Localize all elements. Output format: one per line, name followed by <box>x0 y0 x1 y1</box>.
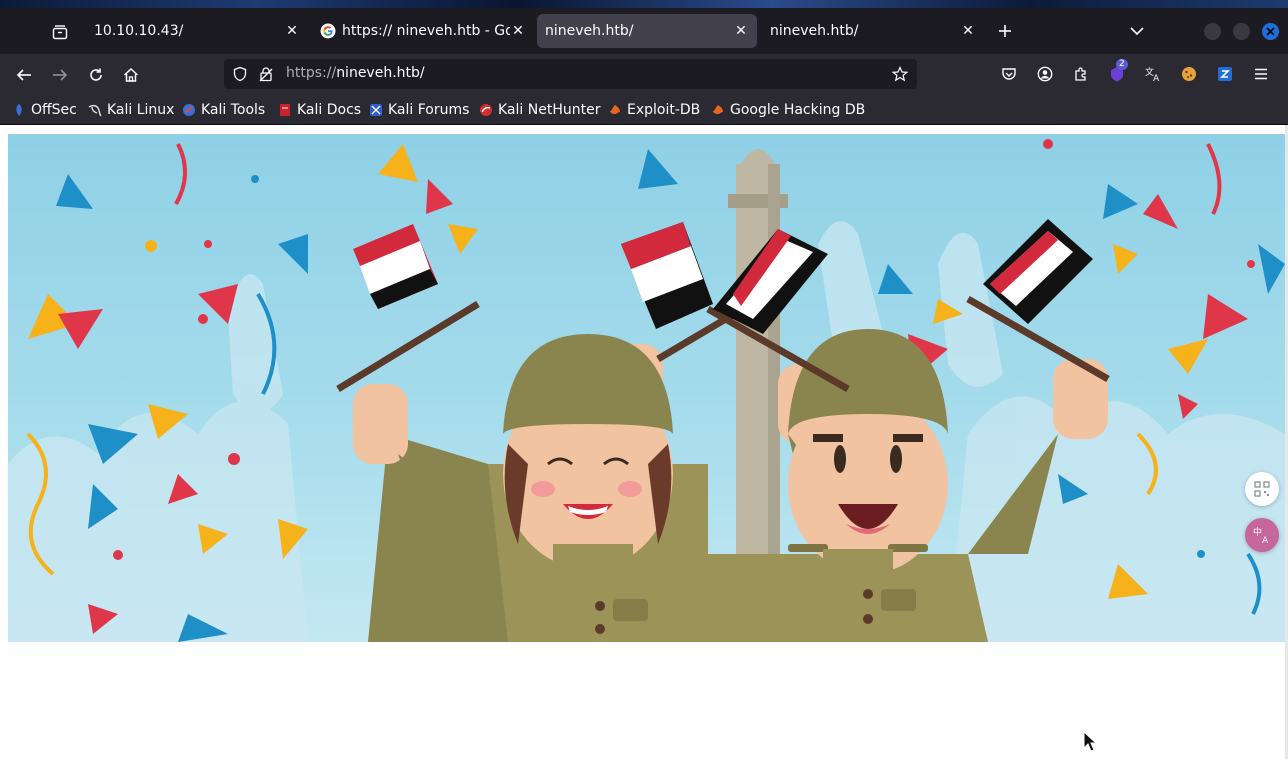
tab-close-icon[interactable]: ✕ <box>284 23 300 39</box>
menu-icon <box>1255 68 1267 80</box>
tab-title: nineveh.htb/ <box>770 23 859 39</box>
tabs-tray-icon <box>52 25 68 40</box>
bookmark-star-icon[interactable] <box>892 66 908 82</box>
tab-bar: 10.10.10.43/ ✕ https:// nineveh.htb - Go… <box>0 8 1288 54</box>
translate-icon: 文 A <box>1145 66 1160 83</box>
app-menu-button[interactable] <box>1250 63 1272 85</box>
tab-title: 10.10.10.43/ <box>94 23 184 39</box>
firefox-view-button[interactable] <box>44 18 76 46</box>
new-tab-button[interactable] <box>994 20 1016 42</box>
navigation-toolbar: https://nineveh.htb/ 2 文 A <box>0 54 1288 96</box>
url-host: nineveh.htb/ <box>336 65 425 81</box>
tab-close-icon[interactable]: ✕ <box>510 23 526 39</box>
qr-code-icon <box>1254 481 1270 497</box>
shield-icon[interactable] <box>232 66 248 82</box>
bookmark-kali-tools[interactable]: Kali Tools <box>182 100 265 120</box>
home-icon <box>123 67 139 82</box>
url-text[interactable]: https://nineveh.htb/ <box>286 65 425 81</box>
tab-title: nineveh.htb/ <box>545 23 634 39</box>
kali-forums-icon <box>370 104 382 116</box>
maximize-button[interactable] <box>1233 23 1250 40</box>
bookmark-label: Exploit-DB <box>627 102 701 118</box>
bookmark-kali-linux[interactable]: Kali Linux <box>88 100 174 120</box>
kali-dragon-icon <box>88 104 102 117</box>
page-content: 中 A <box>0 125 1288 759</box>
bookmark-label: Kali Forums <box>388 102 470 118</box>
celebration-illustration <box>8 139 1285 642</box>
bookmark-label: OffSec <box>31 102 77 118</box>
bookmark-label: Kali Linux <box>107 102 175 118</box>
home-button[interactable] <box>118 62 144 88</box>
reload-icon <box>90 68 102 81</box>
iraqi-flag-left <box>336 224 480 392</box>
google-g-icon <box>320 23 336 39</box>
bookmark-label: Google Hacking DB <box>730 102 866 118</box>
close-icon <box>1266 27 1275 36</box>
desktop-wallpaper-strip <box>0 0 1288 8</box>
close-window-button[interactable] <box>1262 23 1279 40</box>
plus-icon <box>999 25 1011 37</box>
tab-close-icon[interactable]: ✕ <box>960 23 976 39</box>
bookmark-kali-docs[interactable]: Kali Docs <box>278 100 361 120</box>
bookmark-exploit-db[interactable]: Exploit-DB <box>608 100 700 120</box>
lock-warning-icon[interactable] <box>258 66 274 82</box>
tab-title: https:// nineveh.htb - Goo <box>342 23 510 39</box>
forward-button[interactable] <box>47 62 73 88</box>
bookmark-label: Kali NetHunter <box>498 102 601 118</box>
back-button[interactable] <box>11 62 37 88</box>
bookmark-label: Kali Tools <box>201 102 266 118</box>
arrow-right-icon <box>53 69 68 81</box>
chevron-down-icon <box>1130 27 1144 36</box>
bookmark-label: Kali Docs <box>297 102 362 118</box>
extensions-button[interactable] <box>1070 63 1092 85</box>
ghdb-icon <box>713 105 723 114</box>
qr-code-widget[interactable] <box>1245 472 1279 506</box>
pocket-button[interactable] <box>998 63 1020 85</box>
z-extension-button[interactable] <box>1214 63 1236 85</box>
translate-widget-icon: 中 A <box>1253 526 1269 546</box>
list-all-tabs-button[interactable] <box>1126 20 1148 42</box>
bookmark-offsec[interactable]: OffSec <box>12 100 77 120</box>
minimize-button[interactable] <box>1204 23 1221 40</box>
kali-tools-icon <box>183 104 195 116</box>
soldier-woman <box>353 334 708 642</box>
pocket-icon <box>1002 68 1016 80</box>
tab-nineveh-active[interactable]: nineveh.htb/ ✕ <box>537 14 757 48</box>
translate-button[interactable]: 文 A <box>1142 63 1164 85</box>
svg-text:A: A <box>1153 74 1160 83</box>
account-icon <box>1037 66 1053 82</box>
kali-docs-icon <box>280 104 290 116</box>
nethunter-icon <box>480 104 492 116</box>
tab-google-search[interactable]: https:// nineveh.htb - Goo ✕ <box>312 14 534 48</box>
svg-text:A: A <box>1262 536 1269 546</box>
cookie-button[interactable] <box>1178 63 1200 85</box>
reload-button[interactable] <box>83 62 109 88</box>
address-bar[interactable]: https://nineveh.htb/ <box>224 59 917 89</box>
tab-10-10-10-43[interactable]: 10.10.10.43/ ✕ <box>86 14 308 48</box>
bookmarks-toolbar: OffSec Kali Linux Kali Tools Kali Docs K… <box>0 96 1288 124</box>
mouse-cursor-icon <box>1083 731 1097 752</box>
translate-widget[interactable]: 中 A <box>1245 518 1279 552</box>
url-scheme: https:// <box>286 65 337 81</box>
tab-close-icon[interactable]: ✕ <box>733 23 749 39</box>
hero-image <box>8 134 1285 642</box>
svg-text:中: 中 <box>1253 526 1262 538</box>
bookmark-kali-nethunter[interactable]: Kali NetHunter <box>479 100 600 120</box>
offsec-icon <box>16 104 22 116</box>
extensions-icon <box>1075 67 1086 81</box>
cookie-icon <box>1182 67 1196 81</box>
account-button[interactable] <box>1034 63 1056 85</box>
bookmark-google-hacking-db[interactable]: Google Hacking DB <box>711 100 865 120</box>
bookmark-kali-forums[interactable]: Kali Forums <box>369 100 469 120</box>
z-extension-icon <box>1218 67 1232 81</box>
exploit-db-icon <box>610 105 620 114</box>
extension-badge: 2 <box>1116 59 1128 70</box>
arrow-left-icon <box>16 69 31 81</box>
tab-nineveh[interactable]: nineveh.htb/ ✕ <box>762 14 984 48</box>
